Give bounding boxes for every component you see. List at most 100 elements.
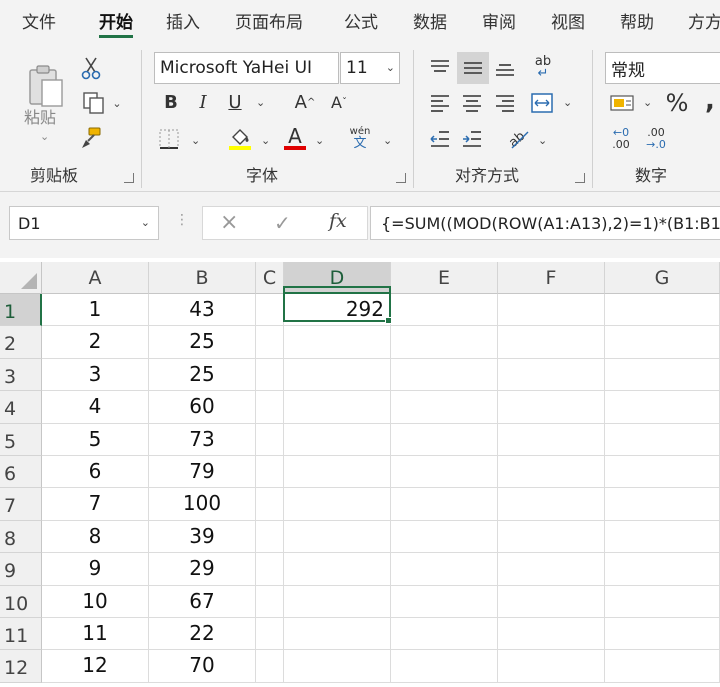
cell-f12[interactable]: [498, 650, 605, 683]
row-header[interactable]: 2: [0, 326, 42, 359]
top-align-button[interactable]: [427, 54, 453, 82]
cell-a8[interactable]: 8: [42, 520, 149, 554]
cell-c9[interactable]: [256, 553, 284, 586]
phonetic-dropdown-icon[interactable]: ⌄: [383, 134, 392, 147]
font-color-dropdown-icon[interactable]: ⌄: [315, 134, 324, 147]
shrink-font-button[interactable]: Aˇ: [326, 88, 352, 116]
align-center-button[interactable]: [459, 90, 485, 116]
underline-button[interactable]: U: [222, 88, 248, 116]
cell-b12[interactable]: 70: [149, 650, 256, 683]
cell-a1[interactable]: 1: [42, 294, 149, 327]
cell-a11[interactable]: 11: [42, 618, 149, 651]
tab-file[interactable]: 文件: [22, 8, 56, 33]
cell-d5[interactable]: [284, 423, 391, 456]
increase-indent-button[interactable]: [459, 126, 485, 152]
cell-g2[interactable]: [605, 326, 720, 359]
font-size-select[interactable]: 11 ⌄: [340, 52, 400, 84]
cell-b3[interactable]: 25: [149, 358, 256, 392]
grow-font-button[interactable]: A ^: [292, 88, 318, 116]
cell-f5[interactable]: [498, 423, 605, 456]
cell-b7[interactable]: 100: [149, 488, 256, 521]
orientation-button[interactable]: ab: [504, 124, 534, 152]
cell-g6[interactable]: [605, 456, 720, 489]
fill-dropdown-icon[interactable]: ⌄: [261, 134, 270, 147]
cell-f4[interactable]: [498, 391, 605, 424]
cell-c6[interactable]: [256, 456, 284, 489]
confirm-entry-button[interactable]: ✓: [274, 211, 291, 235]
borders-button[interactable]: [156, 126, 182, 152]
cell-d10[interactable]: [284, 585, 391, 618]
tab-page-layout[interactable]: 页面布局: [235, 8, 303, 33]
tab-fangfang[interactable]: 方方: [688, 8, 720, 33]
column-header-f[interactable]: F: [498, 262, 605, 294]
cell-b9[interactable]: 29: [149, 553, 256, 586]
select-all-button[interactable]: [0, 262, 42, 294]
row-header[interactable]: 3: [0, 358, 42, 392]
cell-c7[interactable]: [256, 488, 284, 521]
cell-a7[interactable]: 7: [42, 488, 149, 521]
cell-f10[interactable]: [498, 585, 605, 618]
cell-e4[interactable]: [391, 391, 498, 424]
tab-insert[interactable]: 插入: [166, 8, 200, 33]
cell-e3[interactable]: [391, 358, 498, 392]
font-name-select[interactable]: Microsoft YaHei UI: [154, 52, 339, 84]
cell-a9[interactable]: 9: [42, 553, 149, 586]
cell-g9[interactable]: [605, 553, 720, 586]
cell-e12[interactable]: [391, 650, 498, 683]
cell-b1[interactable]: 43: [149, 294, 256, 327]
cell-c2[interactable]: [256, 326, 284, 359]
copy-button[interactable]: ⌄: [78, 90, 126, 116]
cell-a2[interactable]: 2: [42, 326, 149, 359]
number-format-select[interactable]: 常规: [605, 52, 720, 84]
cell-g1[interactable]: [605, 294, 720, 327]
column-header-e[interactable]: E: [391, 262, 498, 294]
cell-e10[interactable]: [391, 585, 498, 618]
alignment-launcher-icon[interactable]: [575, 173, 585, 183]
row-header[interactable]: 5: [0, 423, 42, 456]
cell-e6[interactable]: [391, 456, 498, 489]
cell-f2[interactable]: [498, 326, 605, 359]
name-box[interactable]: D1 ⌄: [9, 206, 159, 240]
bold-button[interactable]: B: [158, 88, 184, 116]
cut-button[interactable]: [78, 54, 104, 82]
row-header[interactable]: 8: [0, 520, 42, 554]
cell-g11[interactable]: [605, 618, 720, 651]
cell-b5[interactable]: 73: [149, 423, 256, 456]
cell-f7[interactable]: [498, 488, 605, 521]
cell-f11[interactable]: [498, 618, 605, 651]
font-color-button[interactable]: A: [282, 124, 308, 152]
cell-e9[interactable]: [391, 553, 498, 586]
cell-c5[interactable]: [256, 423, 284, 456]
cell-a6[interactable]: 6: [42, 456, 149, 489]
cell-e8[interactable]: [391, 520, 498, 554]
merge-center-button[interactable]: [528, 90, 556, 116]
cell-b6[interactable]: 79: [149, 456, 256, 489]
cell-f9[interactable]: [498, 553, 605, 586]
orientation-dropdown-icon[interactable]: ⌄: [538, 134, 547, 147]
clipboard-launcher-icon[interactable]: [124, 173, 134, 183]
italic-button[interactable]: I: [190, 88, 216, 116]
decrease-decimal-button[interactable]: .00 →.0: [642, 124, 670, 154]
tab-home[interactable]: 开始: [99, 8, 133, 33]
row-header[interactable]: 9: [0, 553, 42, 586]
underline-dropdown-icon[interactable]: ⌄: [256, 96, 265, 109]
accounting-format-button[interactable]: [607, 90, 637, 116]
cell-g7[interactable]: [605, 488, 720, 521]
row-header[interactable]: 6: [0, 456, 42, 489]
cell-c3[interactable]: [256, 358, 284, 392]
borders-dropdown-icon[interactable]: ⌄: [191, 134, 200, 147]
cell-d2[interactable]: [284, 326, 391, 359]
row-header[interactable]: 12: [0, 650, 42, 683]
cell-d8[interactable]: [284, 520, 391, 554]
fill-handle[interactable]: [385, 317, 392, 324]
cell-c11[interactable]: [256, 618, 284, 651]
cell-e7[interactable]: [391, 488, 498, 521]
cell-d12[interactable]: [284, 650, 391, 683]
phonetic-button[interactable]: wén 文: [344, 124, 376, 152]
formula-input[interactable]: {=SUM((MOD(ROW(A1:A13),2)=1)*(B1:B13))}: [370, 206, 720, 240]
cell-c1[interactable]: [256, 294, 284, 327]
comma-style-button[interactable]: ,: [700, 86, 720, 116]
paste-dropdown-icon[interactable]: ⌄: [40, 130, 49, 143]
cancel-entry-button[interactable]: ×: [220, 210, 238, 235]
cell-g3[interactable]: [605, 358, 720, 392]
